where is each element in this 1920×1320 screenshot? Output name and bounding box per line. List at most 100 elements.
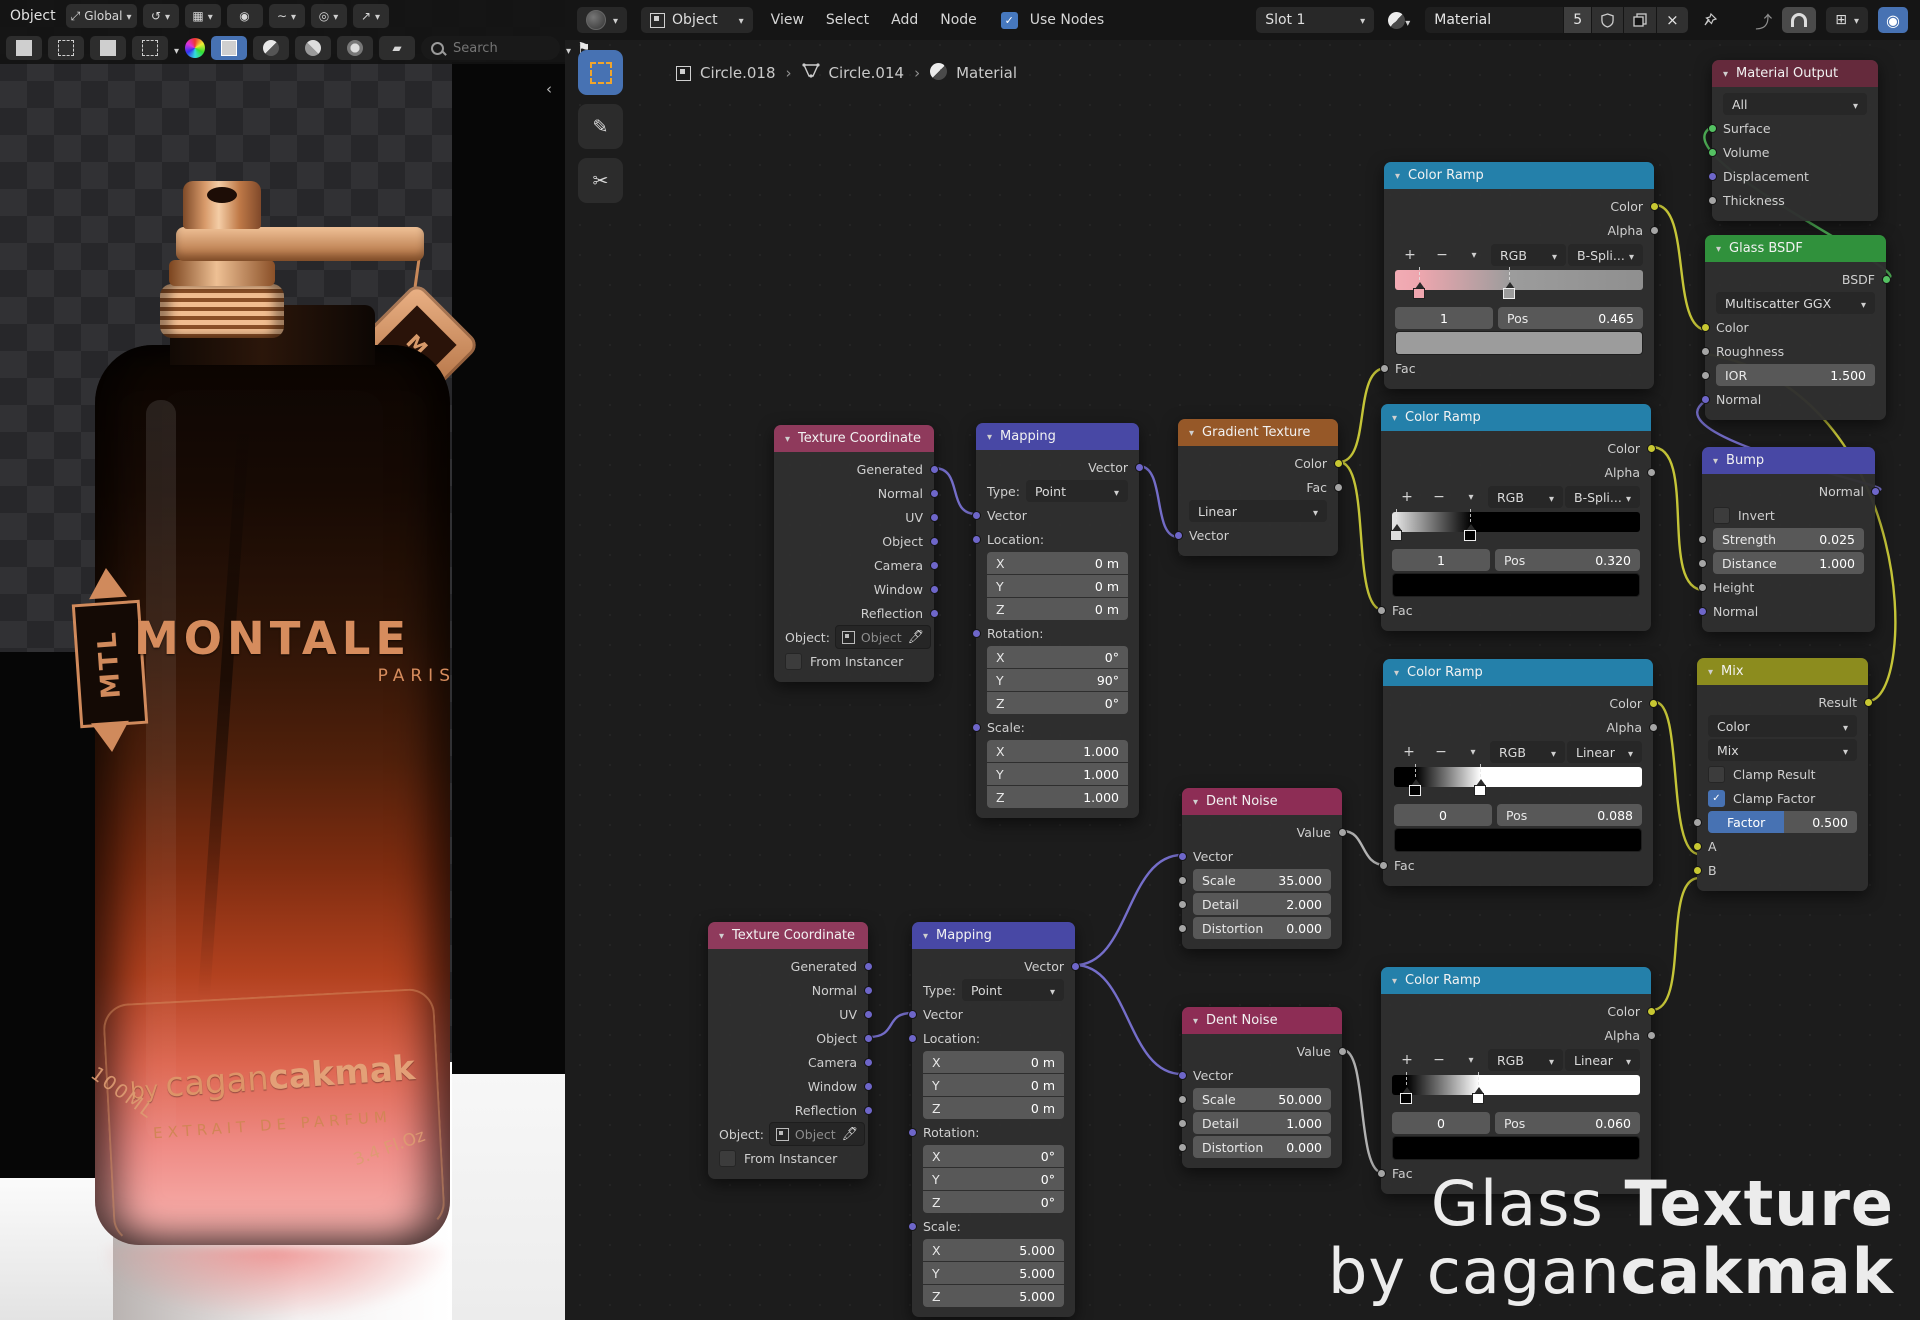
strength-field[interactable]: Strength0.025 (1713, 528, 1864, 550)
from-instancer-checkbox[interactable] (785, 653, 802, 670)
node-header[interactable]: Color Ramp (1381, 404, 1651, 431)
color-ramp-gradient[interactable] (1394, 767, 1642, 787)
material-preview-ball[interactable] (185, 38, 205, 58)
mapping-type-dropdown[interactable]: Point (1026, 480, 1128, 502)
stop-index-field[interactable]: 0 (1394, 804, 1492, 826)
brush-button[interactable]: ▰ (379, 36, 415, 60)
socket-color-out[interactable] (1334, 459, 1343, 468)
stop-position-field[interactable]: Pos0.320 (1495, 549, 1640, 571)
tool-links-cut[interactable]: ✂ (578, 158, 623, 203)
stop-position-field[interactable]: Pos0.088 (1497, 804, 1642, 826)
collapse-icon[interactable] (1193, 794, 1198, 809)
collapse-icon[interactable] (1395, 168, 1400, 183)
distance-field[interactable]: Distance1.000 (1713, 552, 1864, 574)
shading-wire-button[interactable] (337, 36, 373, 60)
shader-type-dropdown[interactable]: Object (641, 7, 753, 33)
socket-fac-in[interactable] (1379, 861, 1388, 870)
socket-fac-in[interactable] (1377, 606, 1386, 615)
invert-checkbox[interactable] (1713, 507, 1730, 524)
collapse-icon[interactable] (1723, 66, 1728, 81)
shading-material-button[interactable] (295, 36, 331, 60)
object-selector[interactable]: Object🖊 (769, 1122, 865, 1146)
node-glass-bsdf[interactable]: Glass BSDF BSDF Multiscatter GGX Color R… (1705, 235, 1886, 420)
editor-type-dropdown[interactable] (577, 7, 627, 33)
ramp-stop-1[interactable] (1473, 776, 1489, 798)
blend-mode-dropdown[interactable]: Mix (1708, 739, 1857, 761)
menu-add[interactable]: Add (887, 12, 922, 28)
add-stop-button[interactable]: + (1392, 1049, 1422, 1071)
node-header[interactable]: Material Output (1712, 60, 1878, 87)
socket-b-in[interactable] (1693, 866, 1702, 875)
select-mode-box[interactable] (48, 36, 84, 60)
proportional-editing-toggle[interactable]: ◉ (227, 4, 263, 28)
scale-field[interactable]: Scale50.000 (1193, 1088, 1331, 1110)
transform-orientation-dropdown[interactable]: ⤢Global (66, 4, 137, 28)
scale-x-field[interactable]: X1.000 (987, 740, 1128, 762)
scale-y-field[interactable]: Y5.000 (923, 1262, 1064, 1284)
node-gradient-texture[interactable]: Gradient Texture Color Fac Linear Vector (1178, 419, 1338, 556)
overlays-toggle[interactable]: ◉ (1878, 7, 1908, 33)
remove-stop-button[interactable]: − (1424, 1049, 1454, 1071)
color-ramp-gradient[interactable] (1395, 270, 1643, 290)
socket-value-out[interactable] (1338, 1047, 1347, 1056)
socket-result-out[interactable] (1864, 698, 1873, 707)
snap-toggle[interactable] (1782, 7, 1816, 33)
color-mode-dropdown[interactable]: RGB (1488, 486, 1563, 508)
socket-detail[interactable] (1178, 1119, 1187, 1128)
tool-select-box[interactable] (578, 50, 623, 95)
target-dropdown[interactable]: All (1723, 93, 1867, 115)
socket-distortion[interactable] (1178, 924, 1187, 933)
ramp-stop-0[interactable] (1399, 1084, 1415, 1106)
collapse-icon[interactable] (1189, 425, 1194, 440)
viewport-3d[interactable]: M MTL MONTALE PARIS by cagancakmak EXTRA… (0, 0, 565, 1320)
socket-normal[interactable] (930, 489, 939, 498)
shading-rendered-button[interactable] (211, 36, 247, 60)
stop-color-swatch[interactable] (1392, 573, 1640, 597)
rotation-y-field[interactable]: Y0° (923, 1168, 1064, 1190)
socket-window[interactable] (864, 1082, 873, 1091)
socket-fac-in[interactable] (1380, 364, 1389, 373)
socket-vector-out[interactable] (1071, 962, 1080, 971)
socket-reflection[interactable] (930, 609, 939, 618)
node-dent-noise-1[interactable]: Dent Noise Value Vector Scale35.000 Deta… (1182, 788, 1342, 949)
socket-color-out[interactable] (1647, 444, 1656, 453)
socket-vector-out[interactable] (1135, 463, 1144, 472)
node-color-ramp-3[interactable]: Color Ramp Color Alpha + − RGB Linear 0 … (1383, 659, 1653, 886)
slot-dropdown[interactable]: Slot 1 (1256, 7, 1374, 33)
collapse-icon[interactable] (1392, 973, 1397, 988)
distortion-field[interactable]: Distortion0.000 (1193, 917, 1331, 939)
sidebar-collapse-arrow[interactable]: ‹ (546, 80, 552, 98)
stop-color-swatch[interactable] (1395, 331, 1643, 355)
ramp-stop-0[interactable] (1408, 776, 1424, 798)
socket-location[interactable] (908, 1034, 917, 1043)
stop-index-field[interactable]: 1 (1395, 307, 1493, 329)
socket-vector-in[interactable] (908, 1010, 917, 1019)
socket-uv[interactable] (864, 1010, 873, 1019)
color-mode-dropdown[interactable]: RGB (1490, 741, 1565, 763)
socket-scale[interactable] (908, 1222, 917, 1231)
remove-stop-button[interactable]: − (1424, 486, 1454, 508)
stop-color-swatch[interactable] (1394, 828, 1642, 852)
remove-stop-button[interactable]: − (1426, 741, 1456, 763)
parent-navigate-icon[interactable]: ⤴ (1755, 8, 1772, 33)
fake-user-button[interactable] (1592, 7, 1623, 33)
interpolation-dropdown[interactable]: B-Spli... (1568, 244, 1643, 266)
interpolation-dropdown[interactable]: Linear (1565, 1049, 1640, 1071)
socket-detail[interactable] (1178, 900, 1187, 909)
collapse-icon[interactable] (1394, 665, 1399, 680)
rotation-x-field[interactable]: X0° (987, 646, 1128, 668)
socket-height-in[interactable] (1698, 583, 1707, 592)
node-header[interactable]: Gradient Texture (1178, 419, 1338, 446)
node-mix[interactable]: Mix Result Color Mix Clamp Result Clamp … (1697, 658, 1868, 891)
socket-color-out[interactable] (1649, 699, 1658, 708)
socket-camera[interactable] (930, 561, 939, 570)
socket-strength[interactable] (1698, 535, 1707, 544)
ramp-stop-0[interactable] (1412, 279, 1428, 301)
node-header[interactable]: Dent Noise (1182, 1007, 1342, 1034)
node-header[interactable]: Dent Noise (1182, 788, 1342, 815)
copy-material-button[interactable] (1624, 7, 1656, 33)
socket-object[interactable] (864, 1034, 873, 1043)
socket-vector-in[interactable] (1178, 852, 1187, 861)
stop-index-field[interactable]: 1 (1392, 549, 1490, 571)
tool-annotate[interactable]: ✎ (578, 104, 623, 149)
